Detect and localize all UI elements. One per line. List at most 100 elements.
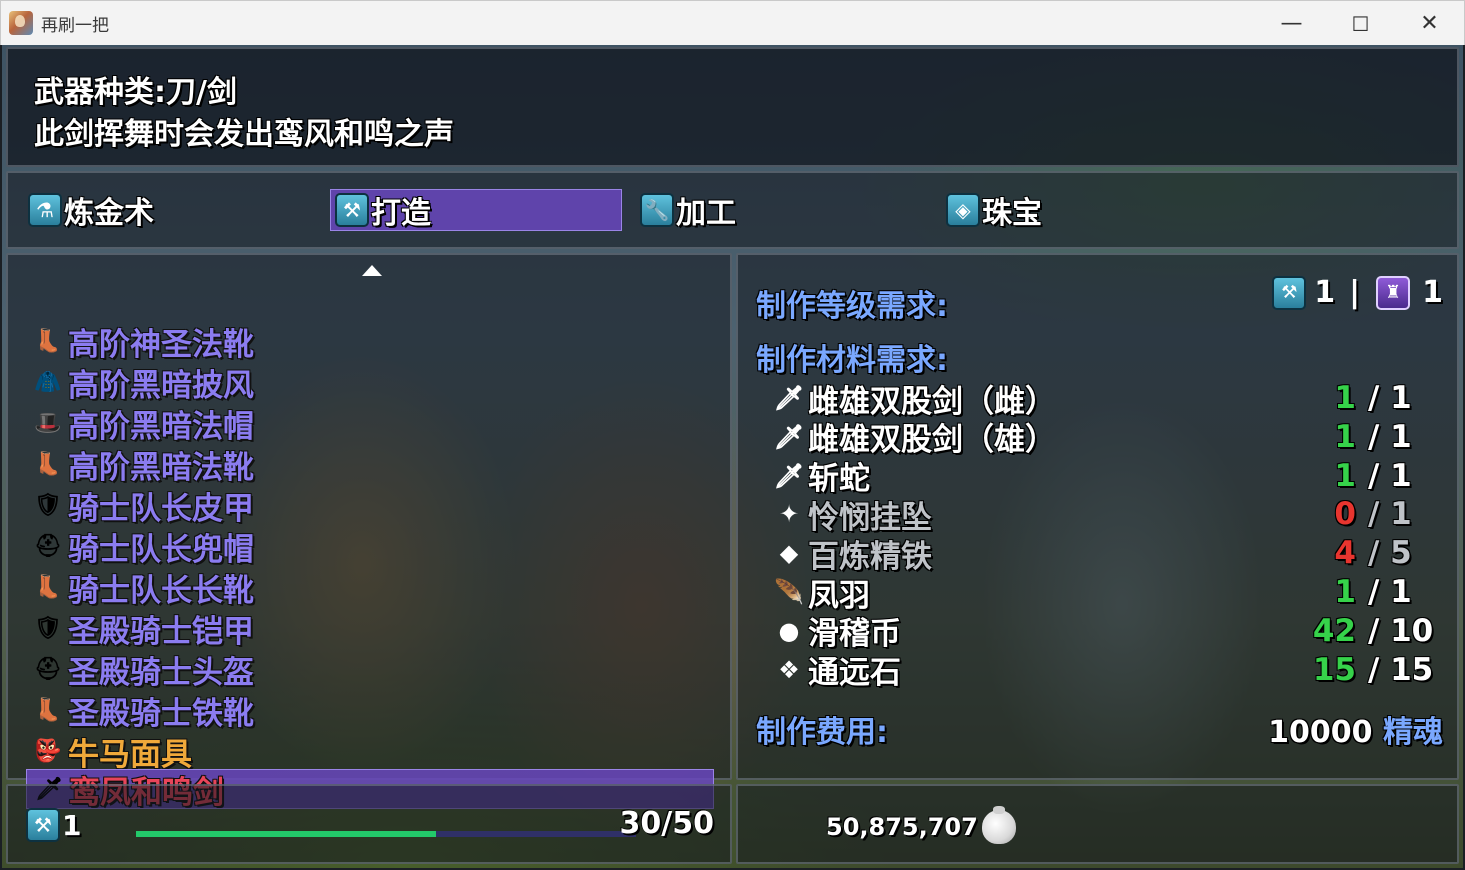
stone-icon: ❖: [778, 655, 800, 684]
materials-requirement-label: 制作材料需求:: [756, 343, 948, 378]
tab-alchemy[interactable]: ⚗ 炼金术: [24, 189, 316, 231]
mask-icon: 👺: [34, 738, 62, 764]
armor-icon: 🛡: [34, 492, 62, 518]
boots-icon: 👢: [34, 697, 62, 723]
sword-icon: 🗡: [773, 461, 805, 490]
cloak-icon: 🧥: [34, 369, 62, 395]
material-row: 🗡 雌雄双股剑（雄） 1/ 1: [770, 418, 1440, 459]
material-row: 🗡 雌雄双股剑（雌） 1/ 1: [770, 379, 1440, 420]
boots-icon: 👢: [34, 574, 62, 600]
cauldron-icon: ⚗: [28, 193, 62, 227]
material-row: ❖ 通远石 15 / 15: [770, 651, 1440, 692]
craft-tabs: ⚗ 炼金术 ⚒ 打造 🔧 加工 ◈ 珠宝: [6, 171, 1459, 249]
scroll-up-arrow-icon[interactable]: [362, 265, 382, 276]
ore-icon: ◆: [779, 539, 799, 568]
cost-amount: 10000: [1268, 715, 1373, 750]
tab-label: 加工: [676, 196, 736, 231]
xp-text: 30/50: [619, 806, 714, 841]
material-owned-count: 4: [1334, 535, 1356, 572]
recipe-item[interactable]: 👢 高阶神圣法靴: [26, 321, 714, 363]
crafting-cost-label: 制作费用:: [756, 715, 888, 750]
recipe-detail: 制作等级需求: ⚒ 1 | ♜ 1 制作材料需求: 🗡 雌雄双股剑（雌） 1/ 1 🗡…: [736, 253, 1459, 780]
material-required-count: / 10: [1368, 612, 1434, 649]
material-required-count: / 15: [1368, 651, 1434, 688]
tab-jewelry[interactable]: ◈ 珠宝: [942, 189, 1234, 231]
tab-processing[interactable]: 🔧 加工: [636, 189, 928, 231]
recipe-item[interactable]: ⛑ 圣殿骑士头盔: [26, 649, 714, 691]
cost-unit: 精魂: [1383, 715, 1443, 750]
recipe-item[interactable]: 🎩 高阶黑暗法帽: [26, 403, 714, 445]
craft-level-value: 1: [1314, 275, 1336, 310]
craft-level-status: ⚒ 1 30/50: [6, 784, 732, 864]
sword-icon: 🗡: [773, 384, 805, 412]
anvil-icon: ⚒: [335, 193, 369, 227]
material-name: 通远石: [808, 655, 901, 692]
recipe-item[interactable]: 👢 高阶黑暗法靴: [26, 444, 714, 486]
material-row: ✦ 怜悯挂坠 0/ 1: [770, 495, 1440, 536]
material-owned-count: 1: [1334, 457, 1356, 494]
level-requirements: ⚒ 1 | ♜ 1: [1272, 275, 1443, 310]
recipe-item[interactable]: 👺 牛马面具: [26, 731, 714, 773]
window-title: 再刷一把: [41, 15, 109, 36]
material-owned-count: 42: [1312, 612, 1356, 649]
material-owned-count: 1: [1334, 380, 1356, 416]
craft-level: 1: [62, 808, 82, 842]
recipe-item-label: 高阶黑暗法靴: [68, 449, 254, 486]
weapon-type-text: 武器种类:刀/剑: [34, 75, 237, 110]
xp-progress-fill: [136, 831, 436, 837]
armor-icon: 🛡: [34, 615, 62, 641]
material-owned-count: 15: [1312, 651, 1356, 688]
sword-icon: 🗡: [773, 422, 805, 451]
maximize-button[interactable]: ☐: [1326, 1, 1395, 46]
recipe-item[interactable]: ⛑ 骑士队长兜帽: [26, 526, 714, 568]
window-titlebar: 再刷一把 — ☐ ✕: [0, 0, 1465, 45]
tab-forging[interactable]: ⚒ 打造: [330, 189, 622, 231]
recipe-item[interactable]: 🛡 圣殿骑士铠甲: [26, 608, 714, 650]
recipe-item-label: 圣殿骑士铁靴: [68, 695, 254, 732]
recipe-item-label: 骑士队长兜帽: [68, 531, 254, 568]
feather-icon: 🪶: [774, 578, 804, 606]
helmet-icon: ⛑: [34, 656, 62, 682]
recipe-item-label: 圣殿骑士头盔: [68, 654, 254, 691]
recipe-item[interactable]: 🧥 高阶黑暗披风: [26, 362, 714, 404]
material-required-count: / 1: [1368, 380, 1412, 416]
recipe-item-label: 高阶神圣法靴: [68, 326, 254, 363]
currency-status: 50,875,707: [736, 784, 1459, 864]
material-owned-count: 0: [1334, 496, 1356, 533]
material-row: ◆ 百炼精铁 4/ 5: [770, 534, 1440, 575]
pendant-icon: ✦: [778, 500, 800, 529]
gold-display: 50,875,707: [826, 806, 1016, 844]
wrench-icon: 🔧: [640, 193, 674, 227]
material-required-count: / 1: [1368, 418, 1412, 455]
recipe-item[interactable]: 👢 骑士队长长靴: [26, 567, 714, 609]
recipe-item-label: 高阶黑暗法帽: [68, 408, 254, 445]
gold-amount: 50,875,707: [826, 813, 978, 841]
recipe-item-label: 骑士队长长靴: [68, 572, 254, 609]
class-level-value: 1: [1422, 275, 1443, 310]
tab-label: 打造: [371, 196, 431, 231]
material-required-count: / 1: [1368, 574, 1412, 610]
requirement-separator: |: [1349, 275, 1361, 310]
material-owned-count: 1: [1334, 418, 1356, 455]
boots-icon: 👢: [34, 451, 62, 477]
money-bag-icon: [981, 806, 1016, 844]
material-required-count: / 1: [1368, 496, 1412, 533]
recipe-item-label: 骑士队长皮甲: [68, 490, 254, 527]
recipe-list: 👢 高阶神圣法靴 🧥 高阶黑暗披风 🎩 高阶黑暗法帽 👢 高阶黑暗法靴 🛡 骑士队长皮甲 ⛑ 骑士队长…: [6, 253, 732, 811]
material-owned-count: 1: [1334, 574, 1356, 610]
boots-icon: 👢: [34, 328, 62, 354]
helmet-icon: ⛑: [34, 533, 62, 559]
xp-progress-bar: [136, 831, 636, 837]
item-flavor-text: 此剑挥舞时会发出鸾风和鸣之声: [34, 117, 454, 152]
class-helmet-icon: ♜: [1376, 275, 1411, 310]
gem-icon: ◈: [946, 193, 980, 227]
crafting-cost-value: 10000 精魂: [1268, 707, 1443, 751]
anvil-icon: ⚒: [1272, 275, 1307, 310]
minimize-button[interactable]: —: [1257, 1, 1326, 46]
craft-level-display: ⚒ 1: [26, 808, 81, 842]
close-button[interactable]: ✕: [1395, 1, 1464, 46]
recipe-item[interactable]: 🛡 骑士队长皮甲: [26, 485, 714, 527]
coin-icon: ●: [778, 616, 800, 645]
material-required-count: / 5: [1368, 535, 1412, 572]
recipe-item[interactable]: 👢 圣殿骑士铁靴: [26, 690, 714, 732]
